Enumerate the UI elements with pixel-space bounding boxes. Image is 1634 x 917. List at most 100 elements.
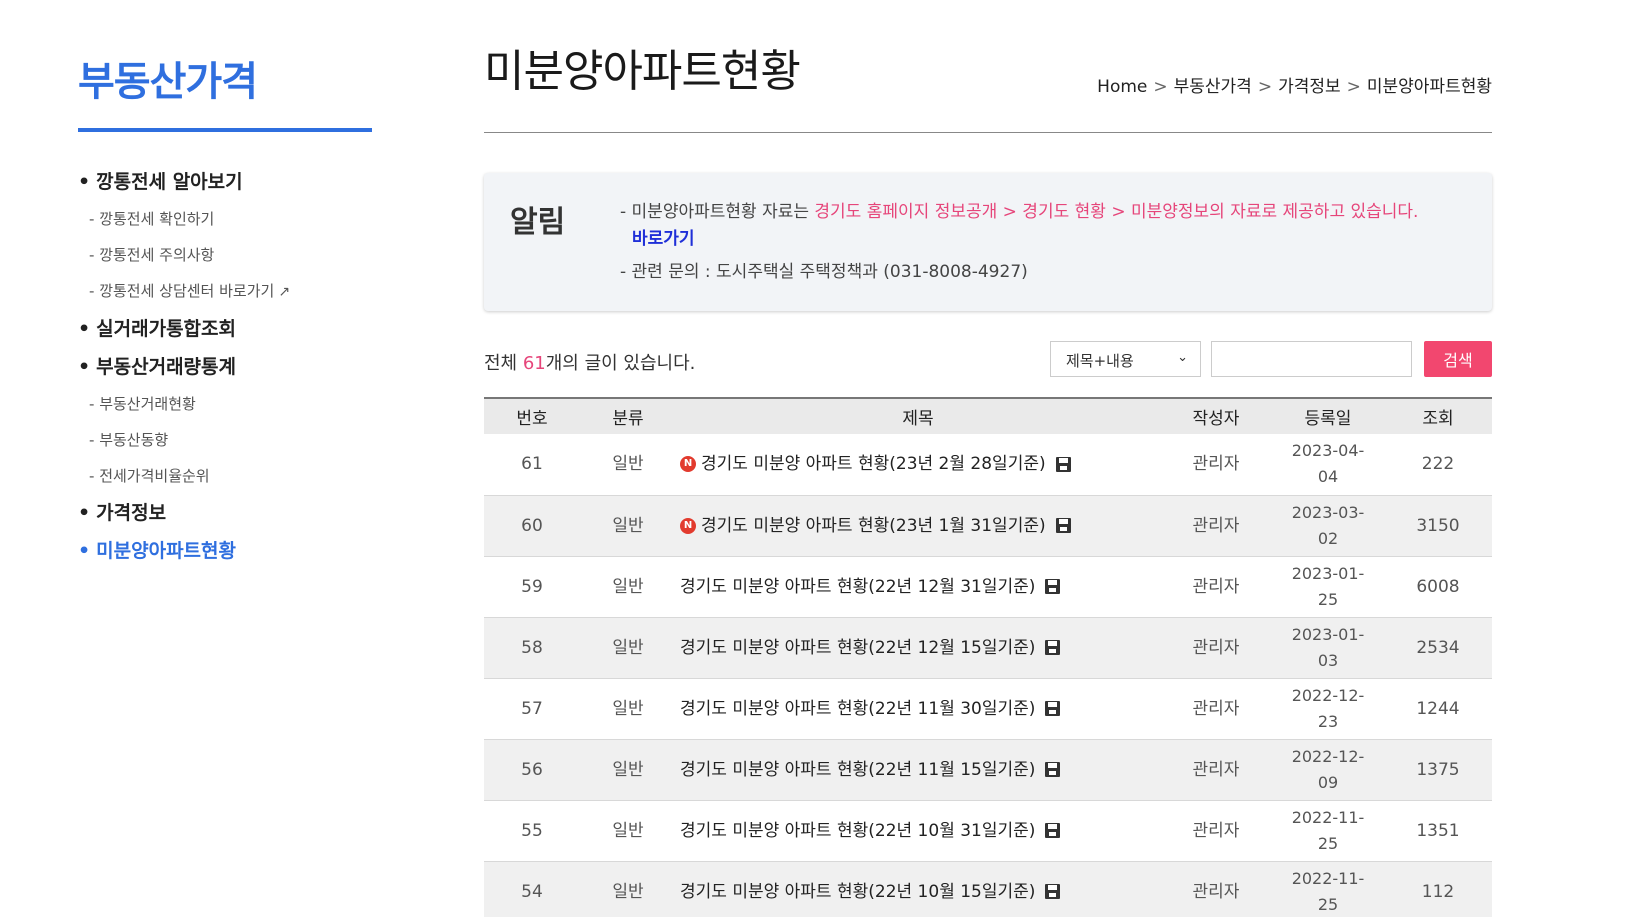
table-row[interactable]: 58 일반 경기도 미분양 아파트 현황(22년 12월 15일기준) 관리자 2023…	[484, 617, 1492, 679]
notice-label: 알림	[510, 205, 566, 240]
header-category: 분류	[580, 398, 676, 434]
cell-author: 관리자	[1160, 861, 1272, 917]
cell-no: 55	[484, 800, 580, 862]
breadcrumb-item[interactable]: 가격정보	[1278, 77, 1341, 97]
cell-date: 2023-03- 02	[1272, 495, 1384, 557]
cell-title[interactable]: 경기도 미분양 아파트 현황(22년 12월 15일기준)	[676, 617, 1160, 679]
sidebar-item[interactable]: - 부동산거래현황	[78, 393, 372, 415]
cell-title[interactable]: 경기도 미분양 아파트 현황(22년 10월 15일기준)	[676, 861, 1160, 917]
cell-no: 58	[484, 617, 580, 679]
cell-no: 57	[484, 678, 580, 740]
table-row[interactable]: 59 일반 경기도 미분양 아파트 현황(22년 12월 31일기준) 관리자 2023…	[484, 556, 1492, 618]
cell-title[interactable]: N 경기도 미분양 아파트 현황(23년 1월 31일기준)	[676, 495, 1160, 557]
breadcrumb-separator-icon: >	[1153, 77, 1168, 97]
bullet: •	[78, 502, 91, 524]
cell-title[interactable]: 경기도 미분양 아파트 현황(22년 11월 30일기준)	[676, 678, 1160, 740]
date-part-1: 2022-12-	[1291, 746, 1365, 766]
cell-title[interactable]: 경기도 미분양 아파트 현황(22년 12월 31일기준)	[676, 556, 1160, 618]
cell-category: 일반	[580, 678, 676, 740]
search-field-select[interactable]: 제목+내용 ⌄	[1050, 341, 1201, 377]
floppy-disk-icon	[1045, 762, 1061, 777]
cell-views: 2534	[1384, 617, 1492, 679]
table-row[interactable]: 57 일반 경기도 미분양 아파트 현황(22년 11월 30일기준) 관리자 2022…	[484, 678, 1492, 740]
table-row[interactable]: 55 일반 경기도 미분양 아파트 현황(22년 10월 31일기준) 관리자 2022…	[484, 800, 1492, 862]
cell-category: 일반	[580, 495, 676, 557]
post-title-link[interactable]: 경기도 미분양 아파트 현황(23년 2월 28일기준)	[701, 454, 1046, 474]
sidebar-group: • 미분양아파트현황	[78, 539, 372, 563]
new-badge-icon: N	[680, 456, 696, 473]
date-part-2: 25	[1317, 589, 1339, 609]
date-part-1: 2023-04-	[1291, 441, 1365, 461]
cell-views: 1244	[1384, 678, 1492, 740]
sidebar-group-label[interactable]: • 깡통전세 알아보기	[78, 170, 372, 194]
post-title-link[interactable]: 경기도 미분양 아파트 현황(22년 11월 30일기준)	[680, 699, 1035, 719]
cell-date: 2022-12- 09	[1272, 739, 1384, 801]
total-number: 61	[522, 353, 546, 374]
dash: -	[89, 246, 100, 264]
search-input[interactable]	[1211, 341, 1412, 377]
date-part-2: 03	[1317, 650, 1339, 670]
table-row[interactable]: 56 일반 경기도 미분양 아파트 현황(22년 11월 15일기준) 관리자 2022…	[484, 739, 1492, 801]
sidebar-submenu: - 깡통전세 확인하기 - 깡통전세 주의사항 - 깡통전세 상담센터 바로가기 ↗	[78, 208, 372, 303]
cell-title[interactable]: N 경기도 미분양 아파트 현황(23년 2월 28일기준)	[676, 434, 1160, 496]
cell-author: 관리자	[1160, 495, 1272, 557]
table-header-row: 번호 분류 제목 작성자 등록일 조회	[484, 398, 1492, 434]
sidebar-group-label[interactable]: • 부동산거래량통계	[78, 355, 372, 379]
cell-title[interactable]: 경기도 미분양 아파트 현황(22년 11월 15일기준)	[676, 739, 1160, 801]
cell-date: 2023-04- 04	[1272, 434, 1384, 496]
date-part-1: 2023-01-	[1291, 563, 1365, 583]
cell-category: 일반	[580, 800, 676, 862]
post-title-link[interactable]: 경기도 미분양 아파트 현황(22년 12월 15일기준)	[680, 638, 1035, 658]
dash: -	[89, 210, 100, 228]
cell-date: 2022-11- 25	[1272, 861, 1384, 917]
shortcut-link[interactable]: 바로가기	[620, 226, 1452, 253]
cell-date: 2023-01- 25	[1272, 556, 1384, 618]
sidebar-group: • 가격정보	[78, 501, 372, 525]
chevron-down-icon: ⌄	[1177, 350, 1188, 365]
select-value: 제목+내용	[1066, 352, 1134, 370]
post-title-link[interactable]: 경기도 미분양 아파트 현황(22년 10월 15일기준)	[680, 882, 1035, 902]
breadcrumb-item[interactable]: Home	[1097, 77, 1147, 97]
post-title-link[interactable]: 경기도 미분양 아파트 현황(23년 1월 31일기준)	[701, 516, 1046, 536]
sidebar-item-label: 전세가격비율순위	[99, 467, 210, 485]
cell-title[interactable]: 경기도 미분양 아파트 현황(22년 10월 31일기준)	[676, 800, 1160, 862]
sidebar-group-label[interactable]: • 미분양아파트현황	[78, 539, 372, 563]
cell-author: 관리자	[1160, 800, 1272, 862]
sidebar-item[interactable]: - 깡통전세 상담센터 바로가기 ↗	[78, 280, 372, 303]
table-row[interactable]: 60 일반 N 경기도 미분양 아파트 현황(23년 1월 31일기준) 관리자 2023…	[484, 495, 1492, 557]
title-divider	[484, 132, 1492, 133]
sidebar-group-text: 가격정보	[96, 502, 167, 524]
breadcrumb-item[interactable]: 미분양아파트현황	[1367, 77, 1492, 97]
post-title-link[interactable]: 경기도 미분양 아파트 현황(22년 11월 15일기준)	[680, 760, 1035, 780]
breadcrumb-item[interactable]: 부동산가격	[1174, 77, 1252, 97]
floppy-disk-icon	[1055, 518, 1071, 533]
main-content: 미분양아파트현황 Home > 부동산가격 > 가격정보 > 미분양아파트현황 알림 - 미…	[484, 40, 1492, 917]
sidebar-item-label: 부동산동향	[99, 431, 169, 449]
floppy-disk-icon	[1045, 823, 1061, 838]
dash: -	[89, 467, 100, 485]
post-title-link[interactable]: 경기도 미분양 아파트 현황(22년 10월 31일기준)	[680, 821, 1035, 841]
sidebar-item[interactable]: - 깡통전세 주의사항	[78, 244, 372, 266]
sidebar-item[interactable]: - 깡통전세 확인하기	[78, 208, 372, 230]
sidebar-group-text: 실거래가통합조회	[96, 318, 236, 340]
sidebar-item[interactable]: - 부동산동향	[78, 429, 372, 451]
date-part-1: 2022-11-	[1291, 868, 1365, 888]
floppy-disk-icon	[1055, 456, 1071, 472]
cell-author: 관리자	[1160, 434, 1272, 496]
sidebar-group: • 실거래가통합조회	[78, 317, 372, 341]
total-prefix: 전체	[484, 353, 523, 374]
cell-category: 일반	[580, 556, 676, 618]
cell-date: 2022-12- 23	[1272, 678, 1384, 740]
sidebar-group-label[interactable]: • 실거래가통합조회	[78, 317, 372, 341]
dash: -	[89, 431, 100, 449]
breadcrumb-separator-icon: >	[1257, 77, 1273, 97]
notice-text: 미분양아파트현황 자료는	[631, 202, 815, 222]
search-button[interactable]: 검색	[1424, 341, 1492, 377]
table-row[interactable]: 61 일반 N 경기도 미분양 아파트 현황(23년 2월 28일기준) 관리자 2023…	[484, 434, 1492, 496]
post-title-link[interactable]: 경기도 미분양 아파트 현황(22년 12월 31일기준)	[680, 577, 1035, 597]
sidebar-group-label[interactable]: • 가격정보	[78, 501, 372, 525]
cell-category: 일반	[580, 739, 676, 801]
table-row[interactable]: 54 일반 경기도 미분양 아파트 현황(22년 10월 15일기준) 관리자 2022…	[484, 861, 1492, 917]
header-date: 등록일	[1272, 398, 1384, 434]
sidebar-item[interactable]: - 전세가격비율순위	[78, 465, 372, 487]
